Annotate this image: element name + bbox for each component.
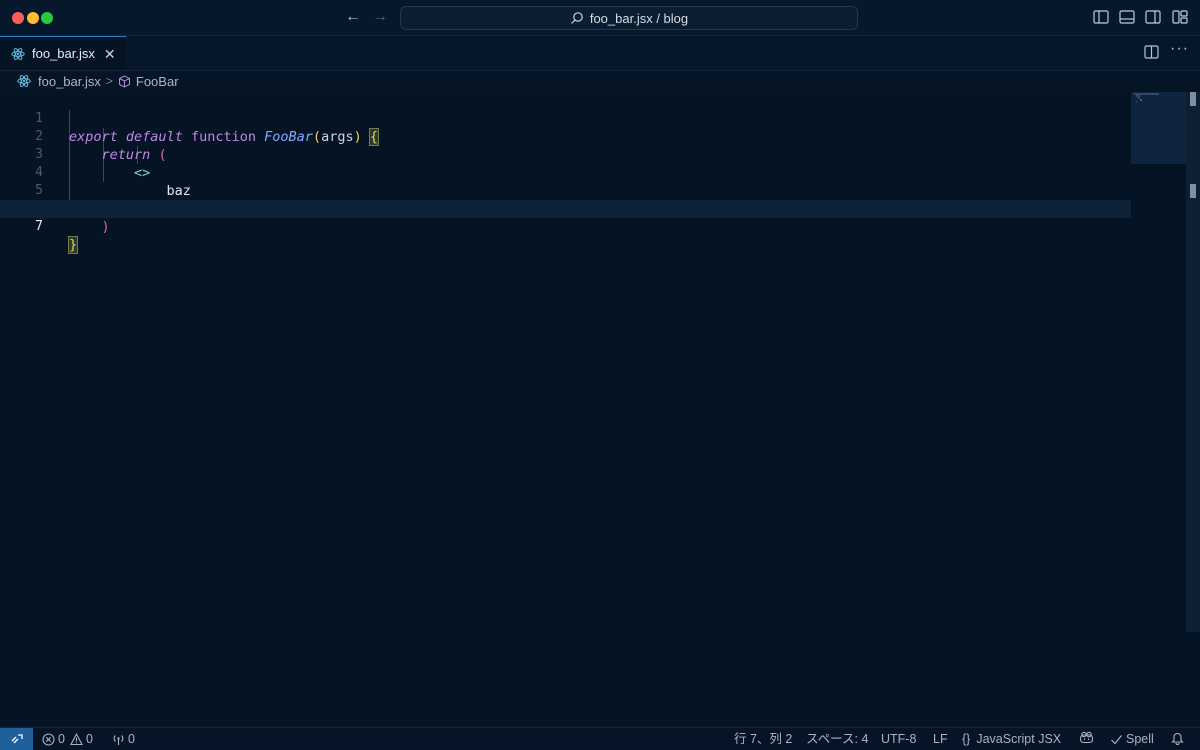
command-center-label: foo_bar.jsx / blog [589,10,689,26]
line-number: 7 [35,219,43,234]
language-label: JavaScript JSX [976,732,1062,746]
status-bar: 0 0 0 行 7、列 2 スペース: 4 UTF-8 LF {} JavaSc… [0,727,1200,750]
forward-arrow-icon[interactable]: → [372,8,388,26]
eol-selector[interactable]: LF [930,731,948,747]
warning-count: 0 [85,732,93,746]
language-braces-icon: {} [962,732,971,746]
title-bar: ← → foo_bar.jsx / blog [0,0,1200,36]
command-center-search[interactable]: foo_bar.jsx / blog [400,6,858,30]
back-arrow-icon[interactable]: ← [345,8,361,26]
code-line[interactable]: 6 ) [0,182,1131,235]
toggle-panel-icon[interactable] [1119,10,1135,24]
warning-icon [70,732,83,745]
language-mode-selector[interactable]: {} JavaScript JSX [959,731,1061,747]
code-line[interactable]: 2 return ( [0,110,1131,163]
ports-indicator[interactable]: 0 [112,731,135,747]
problems-indicator[interactable]: 0 0 [42,731,93,747]
cursor-position-label: 行 7、列 2 [734,732,793,746]
encoding-selector[interactable]: UTF-8 [878,731,916,747]
spell-label: Spell [1126,732,1154,746]
code-line[interactable]: 1 export default function FooBar(args) { [0,92,1131,146]
minimize-window-button[interactable] [27,12,39,24]
editor-window: ← → foo_bar.jsx / blog foo_bar.jsx ✕ ···… [0,0,1200,750]
toggle-secondary-sidebar-icon[interactable] [1145,10,1161,24]
customize-layout-icon[interactable] [1172,10,1188,24]
copilot-status[interactable] [1079,731,1094,744]
copilot-icon [1079,731,1094,744]
cursor-position[interactable]: 行 7、列 2 [731,731,792,747]
indentation-label: スペース: 4 [806,732,869,746]
spell-check-status[interactable]: Spell [1110,731,1154,747]
notifications-button[interactable] [1171,731,1184,745]
bell-icon [1171,732,1184,745]
editor-tab-bar: foo_bar.jsx ✕ ··· [0,36,1200,71]
ports-count: 0 [128,732,135,746]
symbol-class-icon [118,74,130,88]
indentation-selector[interactable]: スペース: 4 [803,731,868,747]
react-file-icon [17,74,31,88]
breadcrumb-symbol[interactable]: FooBar [136,74,179,89]
zoom-window-button[interactable] [41,12,53,24]
tab-foo-bar-jsx[interactable]: foo_bar.jsx ✕ [0,36,126,70]
current-code-line[interactable]: 7 } [0,200,1131,254]
encoding-label: UTF-8 [881,732,917,746]
minimap-code-preview [1134,93,1159,103]
eol-label: LF [933,732,948,746]
close-window-button[interactable] [12,12,24,24]
more-actions-icon[interactable]: ··· [1170,40,1189,58]
broadcast-icon [113,734,124,745]
scrollbar-cursor-marker [1190,184,1196,198]
breadcrumb-file[interactable]: foo_bar.jsx [38,74,101,89]
code-editor[interactable]: 1 export default function FooBar(args) {… [0,92,1200,726]
split-editor-icon[interactable] [1144,45,1159,59]
tab-label: foo_bar.jsx [32,46,95,61]
toggle-primary-sidebar-icon[interactable] [1093,10,1109,24]
code-line[interactable]: 3 <> [0,128,1131,181]
react-file-icon [11,47,25,60]
remote-indicator[interactable] [0,728,33,750]
search-icon [570,12,583,24]
error-count: 0 [58,732,65,746]
vertical-scrollbar[interactable] [1186,92,1200,632]
code-line[interactable]: 5 </> [0,164,1131,217]
close-icon[interactable]: ✕ [104,47,116,61]
minimap[interactable] [1131,92,1186,164]
matched-bracket: } [67,236,79,254]
check-icon [1111,734,1122,744]
scrollbar-thumb[interactable] [1190,92,1196,106]
code-line[interactable]: 4 baz [0,146,1131,199]
breadcrumb-separator-icon: > [105,74,113,88]
remote-icon [11,734,23,744]
error-icon [42,732,55,746]
breadcrumb: foo_bar.jsx > FooBar [0,71,1130,91]
